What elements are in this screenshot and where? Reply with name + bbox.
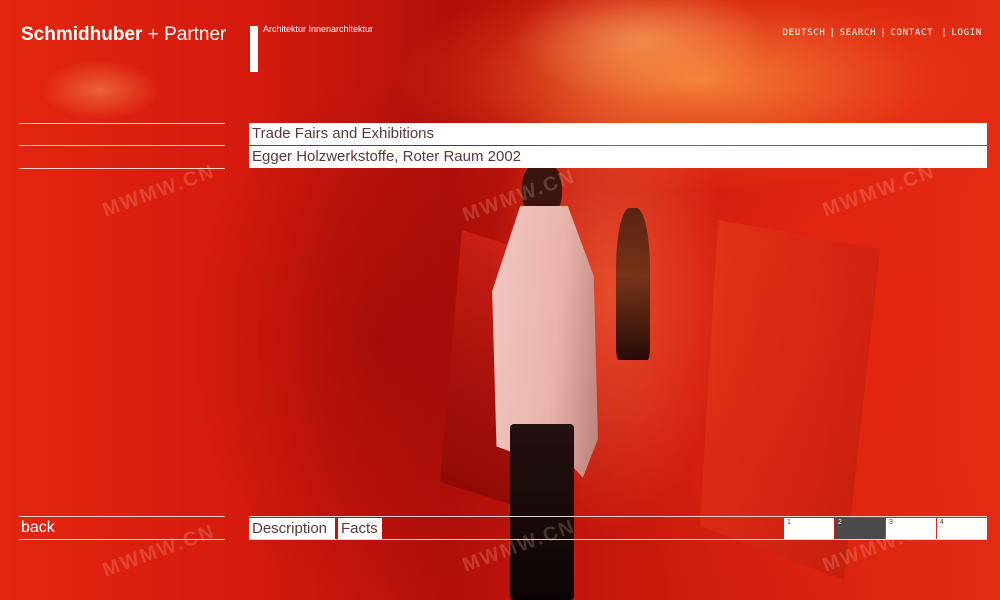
brand-name-bold: Schmidhuber	[21, 24, 143, 45]
bottom-toolbar: Description Facts 1 2 3 4	[249, 516, 987, 540]
page-button-4[interactable]: 4	[937, 518, 987, 539]
brand-name-regular: Partner	[164, 24, 227, 45]
page-button-1[interactable]: 1	[784, 518, 834, 539]
nav-separator: |	[829, 28, 836, 38]
page-button-2[interactable]: 2	[835, 518, 885, 539]
nav-separator: |	[880, 28, 887, 38]
tab-facts[interactable]: Facts	[338, 518, 382, 539]
top-navigation: DEUTSCH | SEARCH | CONTACT | LOGIN	[783, 28, 982, 39]
back-link[interactable]: back	[19, 516, 225, 540]
brand-plus: +	[147, 24, 159, 45]
project-title: Egger Holzwerkstoffe, Roter Raum 2002	[249, 146, 987, 168]
left-menu-divider	[19, 145, 225, 146]
page-button-3[interactable]: 3	[886, 518, 936, 539]
tab-description[interactable]: Description	[249, 518, 335, 539]
background-person-figure	[616, 208, 650, 360]
nav-search-link[interactable]: SEARCH	[840, 28, 877, 39]
nav-deutsch-link[interactable]: DEUTSCH	[783, 28, 826, 39]
left-menu-divider	[19, 123, 225, 124]
nav-contact-link[interactable]: CONTACT	[890, 28, 933, 39]
left-menu-divider	[19, 168, 225, 169]
nav-separator: |	[941, 28, 948, 38]
nav-login-link[interactable]: LOGIN	[951, 28, 982, 39]
brand-logo[interactable]: Schmidhuber + Partner	[21, 24, 226, 46]
brand-tagline: Architektur Innenarchitektur	[263, 24, 374, 34]
figure-legs	[510, 424, 574, 600]
header-vertical-bar	[250, 26, 258, 72]
category-title: Trade Fairs and Exhibitions	[249, 123, 987, 145]
